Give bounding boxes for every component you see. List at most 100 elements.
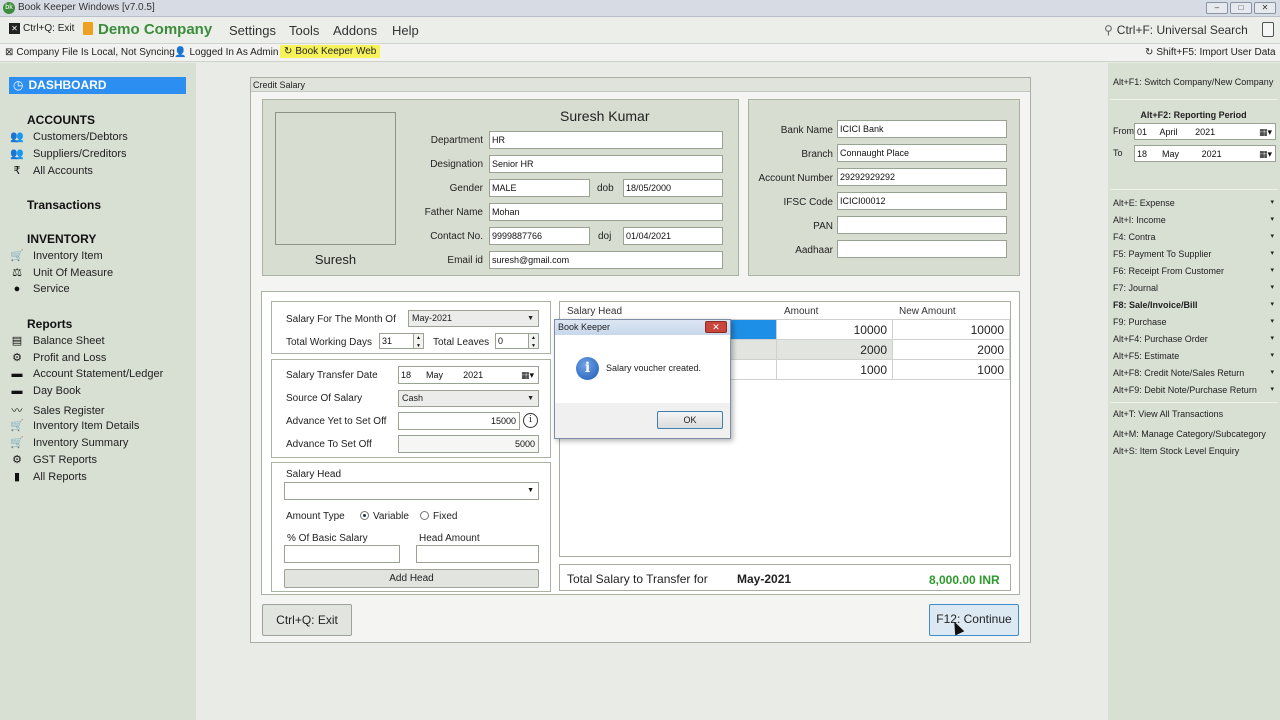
grid-cell-amount-1[interactable]: 2000: [777, 340, 893, 360]
shortcut-credit-note[interactable]: Alt+F8: Credit Note/Sales Return ▾: [1113, 368, 1274, 378]
period-to-date[interactable]: 18 May 2021 ▦▾: [1134, 145, 1276, 162]
grid-cell-new-amount-1[interactable]: 2000: [893, 340, 1010, 360]
transactions-header[interactable]: Transactions: [27, 198, 101, 212]
fixed-radio[interactable]: Fixed: [420, 511, 457, 522]
continue-button[interactable]: F12: Continue: [929, 604, 1019, 636]
sidebar-item-suppliers[interactable]: 👥 Suppliers/Creditors: [10, 147, 126, 160]
department-field[interactable]: HR: [489, 131, 723, 149]
sidebar-item-balance-sheet[interactable]: ▤ Balance Sheet: [10, 334, 105, 347]
sidebar-item-all-reports[interactable]: ▮ All Reports: [10, 470, 87, 483]
gender-field[interactable]: MALE: [489, 179, 590, 197]
maximize-icon[interactable]: □: [1230, 2, 1252, 14]
sidebar-item-dashboard[interactable]: ◷ DASHBOARD: [9, 77, 186, 94]
basic-pct-field[interactable]: [284, 545, 400, 563]
shortcut-estimate[interactable]: Alt+F5: Estimate ▾: [1113, 351, 1274, 361]
variable-radio[interactable]: Variable: [360, 511, 409, 522]
close-icon[interactable]: ✕: [705, 321, 727, 333]
calendar-icon[interactable]: ▦▾: [1259, 124, 1272, 139]
sidebar-item-unit-of-measure[interactable]: ⚖ Unit Of Measure: [10, 266, 113, 279]
transfer-date-picker[interactable]: 18 May 2021 ▦▾: [398, 366, 539, 384]
add-head-button[interactable]: Add Head: [284, 569, 539, 588]
stock-level-enquiry-link[interactable]: Alt+S: Item Stock Level Enquiry: [1113, 446, 1274, 456]
contact-field[interactable]: 9999887766: [489, 227, 590, 245]
sidebar-item-sales-register[interactable]: 〰 Sales Register: [10, 402, 105, 418]
branch-field[interactable]: Connaught Place: [837, 144, 1007, 162]
calendar-icon[interactable]: ▦▾: [1259, 146, 1272, 161]
people-icon: 👥: [10, 148, 24, 160]
source-dropdown[interactable]: Cash ▼: [398, 390, 539, 407]
ifsc-field[interactable]: ICICI00012: [837, 192, 1007, 210]
advance-to-field[interactable]: 5000: [398, 435, 539, 453]
father-name-field[interactable]: Mohan: [489, 203, 723, 221]
manage-category-link[interactable]: Alt+M: Manage Category/Subcategory: [1113, 429, 1274, 439]
shortcut-income[interactable]: Alt+I: Income ▾: [1113, 215, 1274, 225]
calendar-icon[interactable]: ▦▾: [521, 367, 534, 383]
shortcut-journal[interactable]: F7: Journal ▾: [1113, 283, 1274, 293]
grid-cell-amount-0[interactable]: 10000: [777, 320, 893, 340]
leaves-stepper[interactable]: 0 ▲ ▼: [495, 333, 539, 349]
sidebar-item-account-statement[interactable]: ▬ Account Statement/Ledger: [10, 368, 164, 380]
exit-menu-item[interactable]: ✕ Ctrl+Q: Exit: [9, 23, 74, 34]
chevron-down-icon: ▾: [1270, 352, 1274, 359]
working-days-stepper[interactable]: 31 ▲ ▼: [379, 333, 424, 349]
grid-cell-new-amount-0[interactable]: 10000: [893, 320, 1010, 340]
menu-settings[interactable]: Settings: [229, 23, 276, 38]
bank-name-field[interactable]: ICICI Bank: [837, 120, 1007, 138]
aadhaar-field[interactable]: [837, 240, 1007, 258]
ok-button[interactable]: OK: [657, 411, 723, 429]
sidebar-item-inventory-summary[interactable]: 🛒 Inventory Summary: [10, 436, 128, 449]
advance-yet-field[interactable]: 15000: [398, 412, 520, 430]
shortcut-purchase-order[interactable]: Alt+F4: Purchase Order ▾: [1113, 334, 1274, 344]
menu-addons[interactable]: Addons: [333, 23, 377, 38]
sidebar-item-gst-reports[interactable]: ⚙ GST Reports: [10, 453, 97, 466]
import-user-data[interactable]: ↻ Shift+F5: Import User Data: [1145, 47, 1276, 58]
head-amount-field[interactable]: [416, 545, 539, 563]
menu-help[interactable]: Help: [392, 23, 419, 38]
company-menu[interactable]: Demo Company: [83, 21, 212, 38]
info-icon[interactable]: i: [523, 413, 538, 428]
menu-tools[interactable]: Tools: [289, 23, 319, 38]
gender-label: Gender: [449, 183, 483, 194]
shortcut-receipt-customer[interactable]: F6: Receipt From Customer ▾: [1113, 266, 1274, 276]
pan-field[interactable]: [837, 216, 1007, 234]
sidebar-item-service[interactable]: ● Service: [10, 283, 70, 295]
period-from-date[interactable]: 01 April 2021 ▦▾: [1134, 123, 1276, 140]
working-days-label: Total Working Days: [286, 337, 372, 348]
shortcut-payment-supplier[interactable]: F5: Payment To Supplier ▾: [1113, 249, 1274, 259]
shortcut-sale-invoice[interactable]: F8: Sale/Invoice/Bill ▾: [1113, 300, 1274, 310]
grid-cell-new-amount-2[interactable]: 1000: [893, 360, 1010, 380]
exit-button[interactable]: Ctrl+Q: Exit: [262, 604, 352, 636]
spinner-icon[interactable]: ▲ ▼: [528, 334, 538, 348]
sidebar-item-all-accounts[interactable]: ₹ All Accounts: [10, 164, 93, 177]
shortcut-contra[interactable]: F4: Contra ▾: [1113, 232, 1274, 242]
account-number-field[interactable]: 29292929292: [837, 168, 1007, 186]
dob-field[interactable]: 18/05/2000: [623, 179, 723, 197]
close-window-icon[interactable]: ✕: [1254, 2, 1276, 14]
universal-search[interactable]: ⚲ Ctrl+F: Universal Search: [1104, 23, 1248, 37]
sidebar-item-day-book[interactable]: ▬ Day Book: [10, 385, 81, 397]
shortcut-expense[interactable]: Alt+E: Expense ▾: [1113, 198, 1274, 208]
sidebar-item-inventory-item-details[interactable]: 🛒 Inventory Item Details: [10, 419, 139, 432]
salary-head-dropdown[interactable]: ▼: [284, 482, 539, 500]
minimize-icon[interactable]: –: [1206, 2, 1228, 14]
designation-field[interactable]: Senior HR: [489, 155, 723, 173]
grid-cell-amount-2[interactable]: 1000: [777, 360, 893, 380]
scale-icon: ⚖: [12, 267, 22, 279]
doj-field[interactable]: 01/04/2021: [623, 227, 723, 245]
employee-photo[interactable]: [275, 112, 396, 245]
switch-company-link[interactable]: Alt+F1: Switch Company/New Company: [1113, 77, 1274, 87]
sidebar-item-profit-loss[interactable]: ⚙ Profit and Loss: [10, 351, 106, 364]
sidebar-item-customers[interactable]: 👥 Customers/Debtors: [10, 130, 128, 143]
shortcut-purchase[interactable]: F9: Purchase ▾: [1113, 317, 1274, 327]
spinner-icon[interactable]: ▲ ▼: [413, 334, 423, 348]
calculator-icon[interactable]: [1262, 22, 1274, 37]
shortcut-debit-note[interactable]: Alt+F9: Debit Note/Purchase Return ▾: [1113, 385, 1274, 395]
sidebar-item-inventory-item[interactable]: 🛒 Inventory Item: [10, 249, 103, 262]
month-dropdown[interactable]: May-2021 ▼: [408, 310, 539, 327]
book-keeper-web-link[interactable]: ↻ Book Keeper Web: [280, 45, 381, 58]
email-field[interactable]: suresh@gmail.com: [489, 251, 723, 269]
salary-head-box: Salary Head ▼ Amount Type Variable Fixed…: [271, 462, 551, 592]
dob-label: dob: [597, 183, 614, 194]
accounts-header: ACCOUNTS: [27, 113, 95, 127]
view-all-transactions-link[interactable]: Alt+T: View All Transactions: [1113, 409, 1274, 419]
